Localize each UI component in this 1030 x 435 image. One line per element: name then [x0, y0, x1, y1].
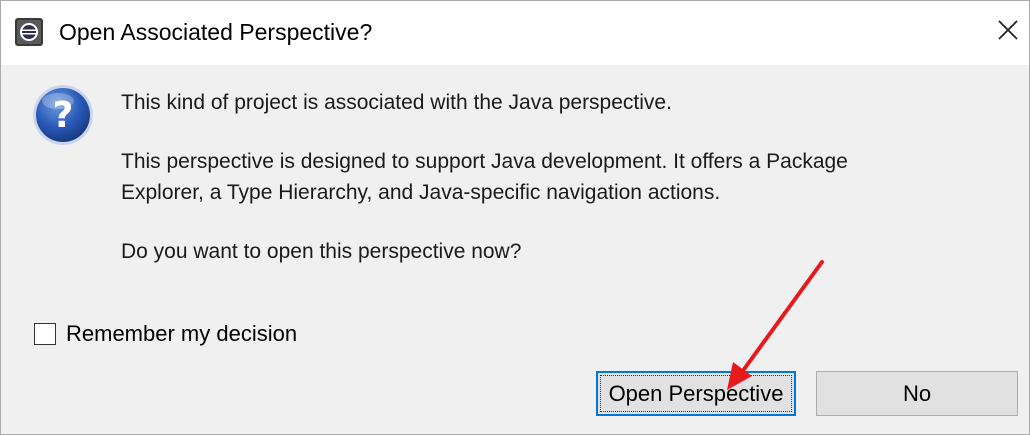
message-line-question: Do you want to open this perspective now… [121, 240, 522, 263]
checkbox-box[interactable] [34, 323, 56, 345]
message-line-description-1: This perspective is designed to support … [121, 150, 848, 173]
open-perspective-label: Open Perspective [608, 380, 784, 406]
close-button[interactable] [991, 13, 1025, 51]
question-icon: ? [31, 83, 95, 147]
no-button[interactable]: No [816, 371, 1018, 416]
open-perspective-button[interactable]: Open Perspective [596, 371, 796, 416]
no-button-label: No [902, 380, 932, 406]
eclipse-icon [14, 17, 44, 47]
remember-decision-checkbox[interactable]: Remember my decision [34, 321, 297, 347]
window-title: Open Associated Perspective? [59, 19, 373, 45]
svg-text:?: ? [53, 95, 74, 136]
title-bar: Open Associated Perspective? [1, 1, 1029, 65]
message-line-associated: This kind of project is associated with … [121, 91, 672, 114]
dialog-window: Open Associated Perspective? ? This kind… [0, 0, 1030, 435]
message-line-description-2: Explorer, a Type Hierarchy, and Java-spe… [121, 181, 721, 204]
close-icon [997, 19, 1019, 46]
remember-decision-label: Remember my decision [66, 321, 298, 346]
